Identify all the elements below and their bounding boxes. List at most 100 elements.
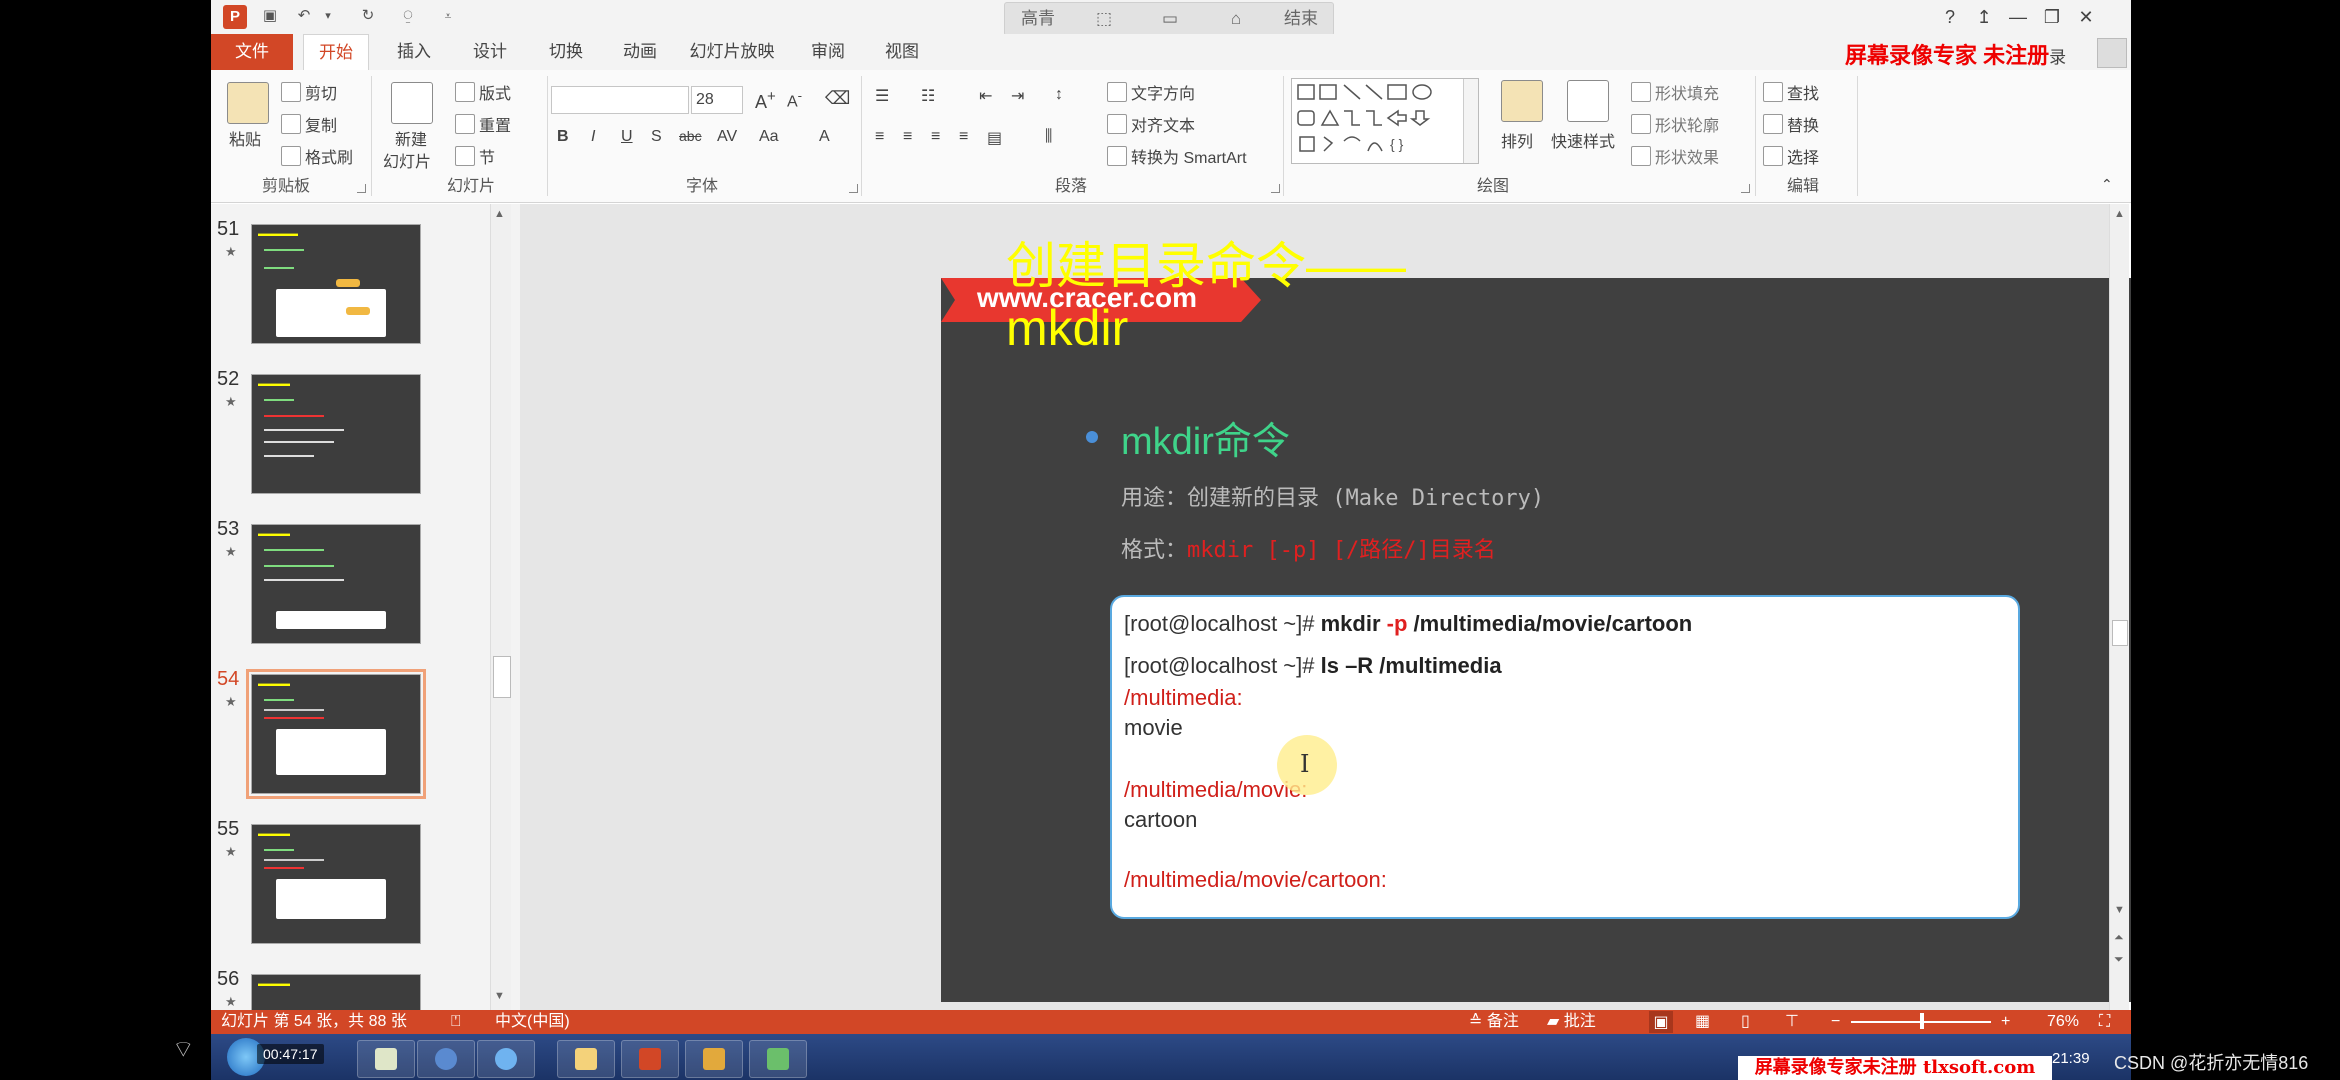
minimize-button[interactable]: — xyxy=(2001,3,2035,31)
char-spacing-icon[interactable]: AV xyxy=(717,128,737,146)
restore-button[interactable]: ❐ xyxy=(2035,3,2069,31)
tab-transitions[interactable]: 切换 xyxy=(529,34,603,70)
slide-sorter-icon[interactable]: ▦ xyxy=(1695,1010,1710,1034)
taskbar-explorer[interactable] xyxy=(557,1040,615,1078)
taskbar-browser[interactable] xyxy=(477,1040,535,1078)
quick-styles-icon[interactable] xyxy=(1567,80,1609,122)
shadow-icon[interactable]: S xyxy=(651,128,662,146)
shape-effects-button[interactable]: 形状效果 xyxy=(1631,144,1719,168)
scroll-up-icon[interactable]: ▲ xyxy=(494,208,505,220)
clear-format-icon[interactable]: ⌫ xyxy=(825,88,850,109)
recorder-hd-button[interactable]: 高青 xyxy=(1005,3,1071,35)
reset-button[interactable]: 重置 xyxy=(455,112,511,136)
taskbar-media[interactable] xyxy=(417,1040,475,1078)
shape-outline-button[interactable]: 形状轮廓 xyxy=(1631,112,1719,136)
usage-text[interactable]: 用途：创建新的目录 (Make Directory) xyxy=(1121,480,1544,512)
tab-home[interactable]: 开始 xyxy=(303,34,369,71)
change-case-icon[interactable]: Aa xyxy=(759,128,779,146)
new-slide-icon[interactable] xyxy=(391,82,433,124)
line-spacing-icon[interactable]: ↕ xyxy=(1055,86,1063,104)
tab-review[interactable]: 审阅 xyxy=(791,34,865,70)
zoom-in-button[interactable]: + xyxy=(2001,1010,2010,1034)
format-painter-button[interactable]: 格式刷 xyxy=(281,144,353,168)
tab-view[interactable]: 视图 xyxy=(865,34,939,70)
customize-quick-access-icon[interactable]: ⩡ xyxy=(437,5,459,27)
slide-thumbnail-53[interactable]: ▬▬▬▬ xyxy=(251,524,421,644)
language-indicator[interactable]: 中文(中国) xyxy=(495,1010,570,1034)
cut-button[interactable]: 剪切 xyxy=(281,80,337,104)
new-slide-button[interactable]: 新建 xyxy=(395,126,427,150)
quick-styles-button[interactable]: 快速样式 xyxy=(1551,128,1615,152)
text-direction-button[interactable]: 文字方向 xyxy=(1107,80,1195,104)
user-avatar-icon[interactable] xyxy=(2097,38,2127,68)
slide-thumbnail-55[interactable]: ▬▬▬▬ xyxy=(251,824,421,944)
italic-icon[interactable]: I xyxy=(591,128,595,146)
shrink-font-icon[interactable]: A- xyxy=(787,88,802,111)
recorder-region-icon[interactable]: ⬚ xyxy=(1071,3,1137,35)
scroll-down-icon[interactable]: ▼ xyxy=(2114,904,2125,916)
font-launcher-icon[interactable] xyxy=(849,184,858,193)
align-center-icon[interactable]: ≡ xyxy=(903,128,912,146)
paragraph-launcher-icon[interactable] xyxy=(1271,184,1280,193)
collapse-ribbon-icon[interactable]: ⌃ xyxy=(2101,176,2113,193)
align-left-icon[interactable]: ≡ xyxy=(875,128,884,146)
thumbnail-scroll-thumb[interactable] xyxy=(493,656,511,698)
arrange-icon[interactable] xyxy=(1501,80,1543,122)
comments-button[interactable]: ▰ 批注 xyxy=(1547,1010,1596,1034)
fit-to-window-icon[interactable]: ⛶ xyxy=(2099,1010,2110,1034)
bullets-icon[interactable]: ☰ xyxy=(875,86,889,106)
increase-indent-icon[interactable]: ⇥ xyxy=(1011,86,1024,106)
redo-icon[interactable]: ↻ xyxy=(357,5,379,27)
taskbar-app[interactable] xyxy=(685,1040,743,1078)
notes-button[interactable]: ≙ 备注 xyxy=(1469,1010,1519,1034)
new-slide-dropdown[interactable]: 幻灯片 xyxy=(383,148,431,172)
tab-animations[interactable]: 动画 xyxy=(603,34,677,70)
close-button[interactable]: ✕ xyxy=(2069,3,2103,31)
decrease-indent-icon[interactable]: ⇤ xyxy=(979,86,992,106)
reading-view-icon[interactable]: ▯ xyxy=(1741,1010,1750,1034)
font-color-icon[interactable]: A xyxy=(819,128,830,146)
slide-thumbnail-56[interactable]: ▬▬▬▬ xyxy=(251,974,421,1011)
shapes-gallery[interactable]: { } xyxy=(1291,78,1479,164)
numbering-icon[interactable]: ☷ xyxy=(921,86,935,106)
align-text-button[interactable]: 对齐文本 xyxy=(1107,112,1195,136)
zoom-slider-thumb[interactable] xyxy=(1920,1013,1924,1029)
slide-title-line2[interactable]: mkdir xyxy=(1006,300,1128,356)
format-text[interactable]: 格式：mkdir [-p] [/路径/]目录名 xyxy=(1121,532,1496,564)
ribbon-display-options-icon[interactable]: ↥ xyxy=(1967,3,2001,31)
taskbar-notepad[interactable] xyxy=(357,1040,415,1078)
bold-icon[interactable]: B xyxy=(557,128,569,146)
taskbar-powerpoint[interactable] xyxy=(621,1040,679,1078)
slideshow-start-icon[interactable]: ⍜ xyxy=(397,5,419,27)
paste-button[interactable]: 粘贴 xyxy=(229,126,261,150)
copy-button[interactable]: 复制 xyxy=(281,112,337,136)
slide-thumbnail-51[interactable]: ▬▬▬▬▬ xyxy=(251,224,421,344)
slide-vertical-scrollbar[interactable]: ▲ ▼ ⏶ ⏷ xyxy=(2109,204,2129,1010)
normal-view-icon[interactable]: ▣ xyxy=(1649,1011,1673,1033)
recorder-window-icon[interactable]: ▭ xyxy=(1137,3,1203,35)
tab-insert[interactable]: 插入 xyxy=(377,34,451,70)
taskbar-clock[interactable]: 21:39 xyxy=(2052,1050,2090,1067)
taskbar-recorder[interactable] xyxy=(749,1040,807,1078)
align-right-icon[interactable]: ≡ xyxy=(931,128,940,146)
thumbnail-scrollbar[interactable]: ▲ ▼ xyxy=(490,204,511,1010)
paste-icon[interactable] xyxy=(227,82,269,124)
font-name-box[interactable] xyxy=(551,86,689,114)
slide-title[interactable]: 创建目录命令—— xyxy=(1006,236,1406,296)
scroll-up-icon[interactable]: ▲ xyxy=(2114,208,2125,220)
find-button[interactable]: 查找 xyxy=(1763,80,1819,104)
strikethrough-icon[interactable]: abc xyxy=(679,128,702,144)
current-slide[interactable]: www.cracer.com 创建目录命令—— mkdir mkdir命令 用途… xyxy=(941,238,2131,1002)
columns-icon[interactable]: ⫼ xyxy=(1045,128,1052,146)
font-size-box[interactable]: 28 xyxy=(691,86,743,114)
gallery-scroll[interactable] xyxy=(1463,79,1478,163)
drawing-launcher-icon[interactable] xyxy=(1741,184,1750,193)
recorder-end-button[interactable]: 结束 xyxy=(1269,3,1333,35)
help-icon[interactable]: ? xyxy=(1933,3,1967,31)
distributed-icon[interactable]: ▤ xyxy=(987,128,1002,148)
grow-font-icon[interactable]: A+ xyxy=(755,88,776,113)
slide-thumbnail-54[interactable]: ▬▬▬▬ xyxy=(246,669,426,799)
zoom-out-button[interactable]: − xyxy=(1831,1010,1840,1034)
save-icon[interactable]: ▣ xyxy=(259,5,281,27)
arrange-button[interactable]: 排列 xyxy=(1501,128,1533,152)
